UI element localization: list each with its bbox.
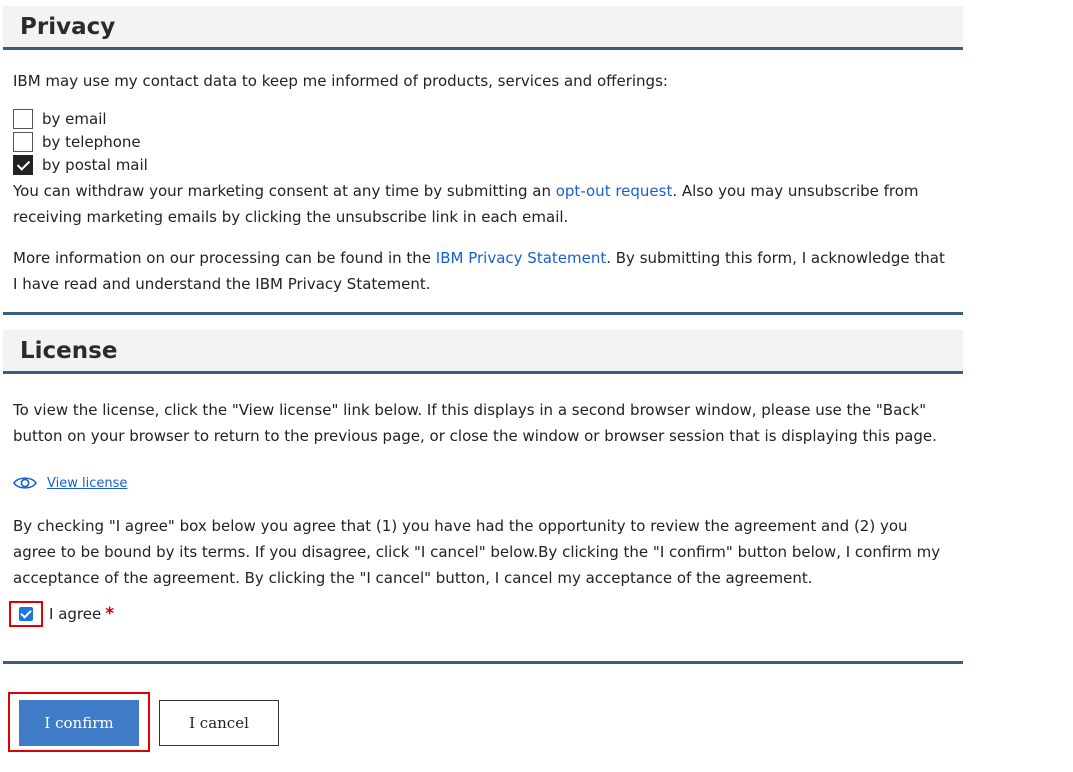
eye-icon xyxy=(13,477,37,489)
privacy-more-info-text: More information on our processing can b… xyxy=(13,245,953,297)
license-divider xyxy=(3,661,963,664)
view-license-label: View license xyxy=(47,475,128,491)
required-marker: * xyxy=(105,604,115,624)
license-instructions: To view the license, click the "View lic… xyxy=(13,401,937,445)
privacy-intro: IBM may use my contact data to keep me i… xyxy=(13,72,668,90)
page: Privacy IBM may use my contact data to k… xyxy=(0,0,1073,772)
agree-checkbox-highlight xyxy=(9,601,43,627)
telephone-option[interactable]: by telephone xyxy=(13,131,141,153)
telephone-option-label: by telephone xyxy=(42,133,141,151)
email-checkbox[interactable] xyxy=(13,109,33,129)
postal-mail-checkbox[interactable] xyxy=(13,155,33,175)
withdraw-consent-text: You can withdraw your marketing consent … xyxy=(13,178,953,230)
withdraw-text-before: You can withdraw your marketing consent … xyxy=(13,182,556,200)
postal-mail-option[interactable]: by postal mail xyxy=(13,154,148,176)
license-title: License xyxy=(20,338,118,364)
email-option-label: by email xyxy=(42,110,107,128)
view-license-link[interactable]: View license xyxy=(13,475,127,491)
confirm-button[interactable]: I confirm xyxy=(19,700,139,746)
privacy-divider xyxy=(3,312,963,315)
postal-mail-option-label: by postal mail xyxy=(42,156,148,174)
opt-out-request-link[interactable]: opt-out request xyxy=(556,182,673,200)
privacy-title: Privacy xyxy=(20,14,116,40)
email-option[interactable]: by email xyxy=(13,108,107,130)
telephone-checkbox[interactable] xyxy=(13,132,33,152)
ibm-privacy-statement-link[interactable]: IBM Privacy Statement xyxy=(436,249,606,267)
agree-checkbox[interactable] xyxy=(19,607,33,621)
agreement-text: By checking "I agree" box below you agre… xyxy=(13,517,941,587)
privacy-section-header: Privacy xyxy=(3,6,963,50)
more-info-before: More information on our processing can b… xyxy=(13,249,436,267)
agree-row[interactable]: I agree * xyxy=(9,601,114,627)
cancel-button[interactable]: I cancel xyxy=(159,700,279,746)
license-section-header: License xyxy=(3,330,963,374)
agree-label: I agree xyxy=(49,605,102,623)
